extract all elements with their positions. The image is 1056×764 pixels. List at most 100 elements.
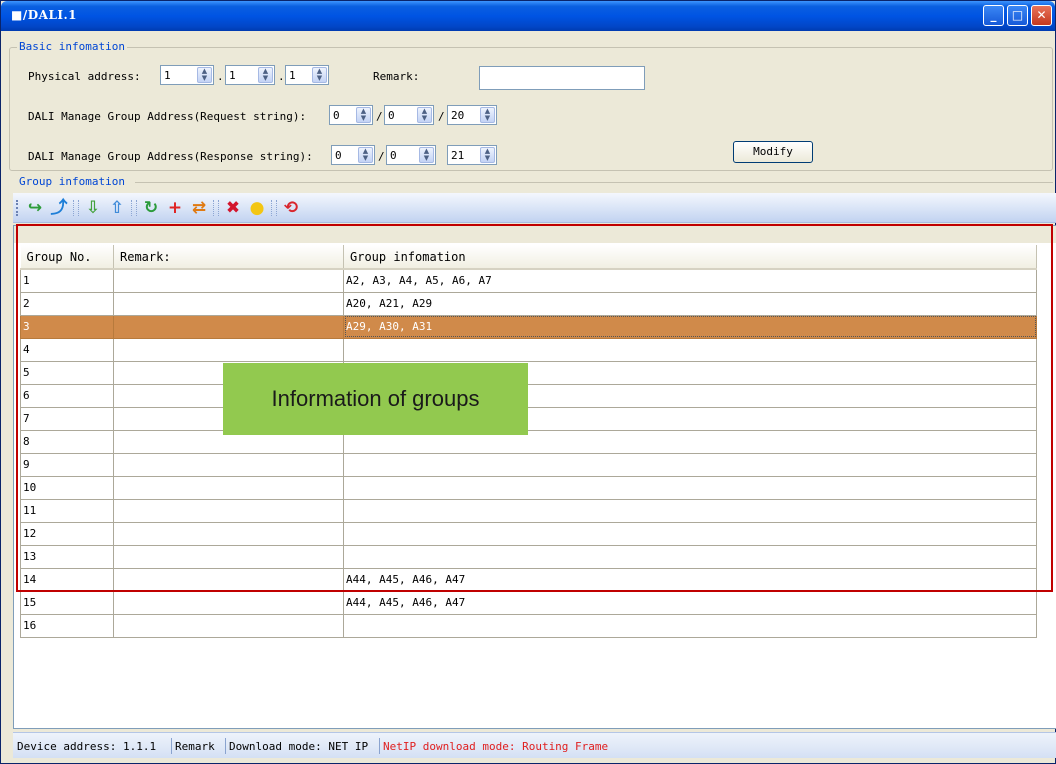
request-main-spinner[interactable]: 0 ▲ ▼: [329, 105, 373, 125]
physical-address-area-spinner[interactable]: 1 ▲ ▼: [160, 65, 214, 85]
modify-button[interactable]: Modify: [733, 141, 813, 163]
group-number-cell[interactable]: 16: [20, 613, 114, 638]
table-row[interactable]: 4: [20, 337, 1037, 362]
spin-arrows-icon[interactable]: ▲ ▼: [258, 67, 273, 83]
response-middle-spinner[interactable]: 0 ▲ ▼: [386, 145, 436, 165]
group-number-cell[interactable]: 13: [20, 544, 114, 569]
maximize-button[interactable]: □: [1007, 5, 1028, 26]
table-row[interactable]: 12: [20, 521, 1037, 546]
dot-separator: .: [217, 70, 224, 83]
group-number-cell[interactable]: 7: [20, 406, 114, 431]
upload-icon[interactable]: ⇧: [107, 198, 127, 218]
spin-arrows-icon[interactable]: ▲ ▼: [417, 107, 432, 123]
response-sub-spinner[interactable]: 21 ▲ ▼: [447, 145, 497, 165]
group-info-cell[interactable]: A20, A21, A29: [343, 291, 1037, 316]
group-info-cell[interactable]: A44, A45, A46, A47: [343, 590, 1037, 615]
spin-arrows-icon[interactable]: ▲ ▼: [197, 67, 212, 83]
table-row[interactable]: 2 A20, A21, A29: [20, 291, 1037, 316]
bulb-icon[interactable]: ●: [247, 198, 267, 218]
remark-cell[interactable]: [113, 452, 344, 477]
group-number-cell[interactable]: 10: [20, 475, 114, 500]
table-row[interactable]: 1 A2, A3, A4, A5, A6, A7: [20, 268, 1037, 293]
group-info-cell[interactable]: [343, 452, 1037, 477]
remark-cell[interactable]: [113, 567, 344, 592]
group-info-cell[interactable]: A29, A30, A31: [343, 314, 1037, 339]
export-icon[interactable]: ⤴: [49, 198, 69, 218]
remark-cell[interactable]: [113, 544, 344, 569]
remark-cell[interactable]: [113, 268, 344, 293]
response-main-spinner[interactable]: 0 ▲ ▼: [331, 145, 375, 165]
table-header-row: Group No. Remark: Group infomation: [20, 245, 1037, 270]
group-number-cell[interactable]: 4: [20, 337, 114, 362]
table-row[interactable]: 13: [20, 544, 1037, 569]
request-sub-spinner[interactable]: 20 ▲ ▼: [447, 105, 497, 125]
table-row[interactable]: 9: [20, 452, 1037, 477]
table-row[interactable]: 3 A29, A30, A31: [20, 314, 1037, 339]
close-button[interactable]: ✕: [1031, 5, 1052, 26]
column-header[interactable]: Group No.: [20, 245, 114, 270]
spin-arrows-icon[interactable]: ▲ ▼: [358, 147, 373, 163]
remark-cell[interactable]: [113, 337, 344, 362]
table-row[interactable]: 8: [20, 429, 1037, 454]
column-header[interactable]: Remark:: [113, 245, 344, 270]
group-info-cell[interactable]: [343, 544, 1037, 569]
status-divider: [379, 738, 380, 754]
group-info-cell[interactable]: [343, 475, 1037, 500]
remark-cell[interactable]: [113, 521, 344, 546]
remark-cell[interactable]: [113, 314, 344, 339]
group-number-cell[interactable]: 14: [20, 567, 114, 592]
column-header[interactable]: Group infomation: [343, 245, 1037, 270]
group-info-cell[interactable]: [343, 613, 1037, 638]
group-number-cell[interactable]: 2: [20, 291, 114, 316]
group-number-cell[interactable]: 5: [20, 360, 114, 385]
remark-input[interactable]: [479, 66, 645, 90]
group-info-cell[interactable]: [343, 337, 1037, 362]
table-row[interactable]: 6: [20, 383, 1037, 408]
spin-arrows-icon[interactable]: ▲ ▼: [419, 147, 434, 163]
table-row[interactable]: 16: [20, 613, 1037, 638]
group-number-cell[interactable]: 11: [20, 498, 114, 523]
table-row[interactable]: 11: [20, 498, 1037, 523]
toolbar-grip[interactable]: [16, 200, 18, 216]
group-info-cell[interactable]: A44, A45, A46, A47: [343, 567, 1037, 592]
remark-cell[interactable]: [113, 498, 344, 523]
refresh-icon[interactable]: ↻: [141, 198, 161, 218]
group-number-cell[interactable]: 1: [20, 268, 114, 293]
spin-arrows-icon[interactable]: ▲ ▼: [480, 107, 495, 123]
spinner-value: 0: [333, 109, 340, 122]
remark-cell[interactable]: [113, 475, 344, 500]
table-row[interactable]: 14 A44, A45, A46, A47: [20, 567, 1037, 592]
group-info-cell[interactable]: A2, A3, A4, A5, A6, A7: [343, 268, 1037, 293]
table-row[interactable]: 7: [20, 406, 1037, 431]
group-info-cell[interactable]: [343, 498, 1037, 523]
table-row[interactable]: 10: [20, 475, 1037, 500]
group-number-cell[interactable]: 3: [20, 314, 114, 339]
group-info-cell[interactable]: [343, 521, 1037, 546]
spin-arrows-icon[interactable]: ▲ ▼: [480, 147, 495, 163]
minimize-button[interactable]: _: [983, 5, 1004, 26]
group-number-cell[interactable]: 6: [20, 383, 114, 408]
swap-icon[interactable]: ⇄: [189, 198, 209, 218]
group-number-cell[interactable]: 15: [20, 590, 114, 615]
physical-address-line-spinner[interactable]: 1 ▲ ▼: [225, 65, 275, 85]
physical-address-device-spinner[interactable]: 1 ▲ ▼: [285, 65, 329, 85]
spin-arrows-icon[interactable]: ▲ ▼: [356, 107, 371, 123]
delete-icon[interactable]: ✖: [223, 198, 243, 218]
import-icon[interactable]: ↪: [25, 198, 45, 218]
group-number-cell[interactable]: 8: [20, 429, 114, 454]
remark-cell[interactable]: [113, 590, 344, 615]
group-number-cell[interactable]: 12: [20, 521, 114, 546]
group-table: Group No. Remark: Group infomation 1 A2, …: [20, 245, 1037, 638]
title-bar[interactable]: ■/DALI.1 _ □ ✕: [1, 1, 1055, 31]
table-row[interactable]: 15 A44, A45, A46, A47: [20, 590, 1037, 615]
remark-cell[interactable]: [113, 291, 344, 316]
download-icon[interactable]: ⇩: [83, 198, 103, 218]
spin-arrows-icon[interactable]: ▲ ▼: [312, 67, 327, 83]
remark-cell[interactable]: [113, 613, 344, 638]
reset-icon[interactable]: ⟲: [281, 198, 301, 218]
table-row[interactable]: 5: [20, 360, 1037, 385]
toolbar-separator: [271, 200, 277, 216]
add-icon[interactable]: +: [165, 198, 185, 218]
group-number-cell[interactable]: 9: [20, 452, 114, 477]
request-middle-spinner[interactable]: 0 ▲ ▼: [384, 105, 434, 125]
